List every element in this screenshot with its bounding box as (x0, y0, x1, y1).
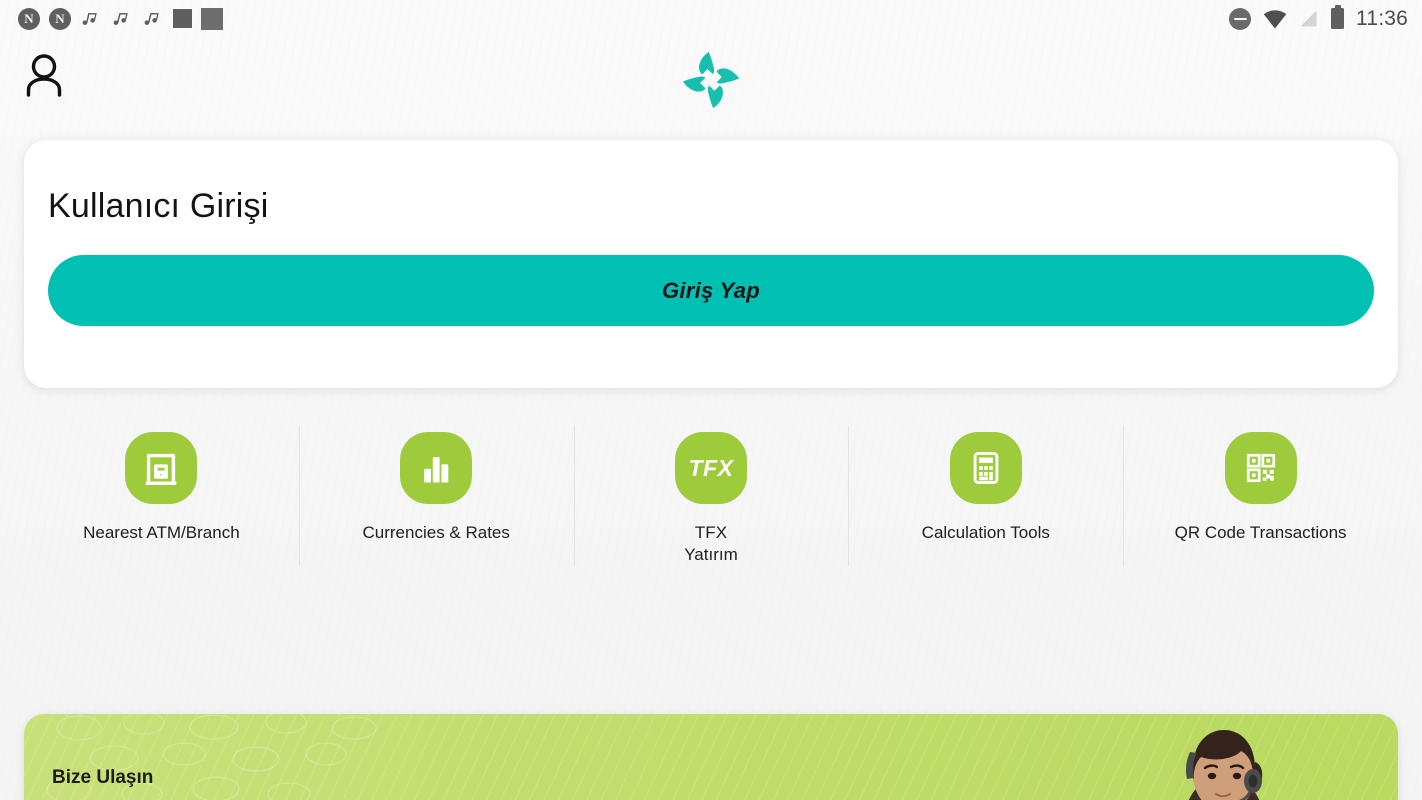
n-badge-glyph: N (18, 7, 40, 30)
shortcut-label: QR Code Transactions (1174, 523, 1347, 542)
calculator-icon (949, 432, 1022, 504)
app-root: N N 11:36 Kullanıcı Girişi Giriş Yap Nea… (0, 0, 1422, 800)
shortcut-label: Calculation Tools (921, 523, 1050, 542)
qr-code-icon (1224, 432, 1297, 504)
shortcut-label: Currencies & Rates (362, 523, 510, 542)
shortcut-qr-code-transactions[interactable]: QR Code Transactions (1123, 418, 1398, 566)
app-square-icon (173, 9, 192, 28)
contact-banner[interactable]: Bize Ulaşın 0850 222 00 11 (24, 714, 1398, 800)
battery-icon (1331, 5, 1344, 29)
tfx-icon: TFX (674, 432, 747, 504)
shortcut-currencies-rates[interactable]: Currencies & Rates (298, 418, 574, 566)
tfx-icon-text: TFX (688, 454, 734, 481)
n-badge-glyph: N (49, 7, 71, 30)
shortcut-tfx-yatirim[interactable]: TFX TFX Yatırım (573, 418, 849, 566)
status-bar-clock: 11:36 (1356, 6, 1408, 30)
bar-chart-icon (400, 432, 473, 504)
status-bar-right-icons: 11:36 (1229, 5, 1408, 31)
shortcut-calculation-tools[interactable]: Calculation Tools (848, 418, 1123, 566)
do-not-disturb-icon (1229, 7, 1251, 30)
app-header (0, 37, 1422, 124)
music-note-icon (142, 8, 164, 30)
login-card: Kullanıcı Girişi Giriş Yap (24, 140, 1398, 388)
shortcut-label: TFX Yatırım (684, 523, 738, 564)
notification-n-badge-icon: N (49, 7, 71, 30)
contact-phone[interactable]: 0850 222 00 11 (48, 796, 284, 800)
wifi-icon (1263, 9, 1287, 29)
music-note-icon (80, 8, 102, 30)
garanti-butterfly-logo (674, 43, 748, 117)
notification-n-badge-icon: N (18, 7, 40, 30)
app-square-icon (201, 7, 223, 30)
cellular-signal-off-icon (1299, 9, 1319, 29)
page-title: Kullanıcı Girişi (48, 187, 269, 225)
bank-branch-icon (125, 432, 198, 504)
status-bar-left-icons: N N (18, 7, 223, 30)
login-button[interactable]: Giriş Yap (48, 255, 1374, 326)
music-note-icon (111, 8, 133, 30)
shortcut-label: Nearest ATM/Branch (83, 523, 240, 542)
call-center-agent-photo (1186, 730, 1263, 800)
shortcut-nearest-atm-branch[interactable]: Nearest ATM/Branch (24, 418, 299, 544)
contact-title: Bize Ulaşın (52, 767, 154, 788)
status-bar: N N 11:36 (0, 0, 1422, 37)
shortcut-row: Nearest ATM/Branch Currencies & Rates TF… (24, 418, 1398, 583)
person-icon[interactable] (23, 51, 65, 97)
